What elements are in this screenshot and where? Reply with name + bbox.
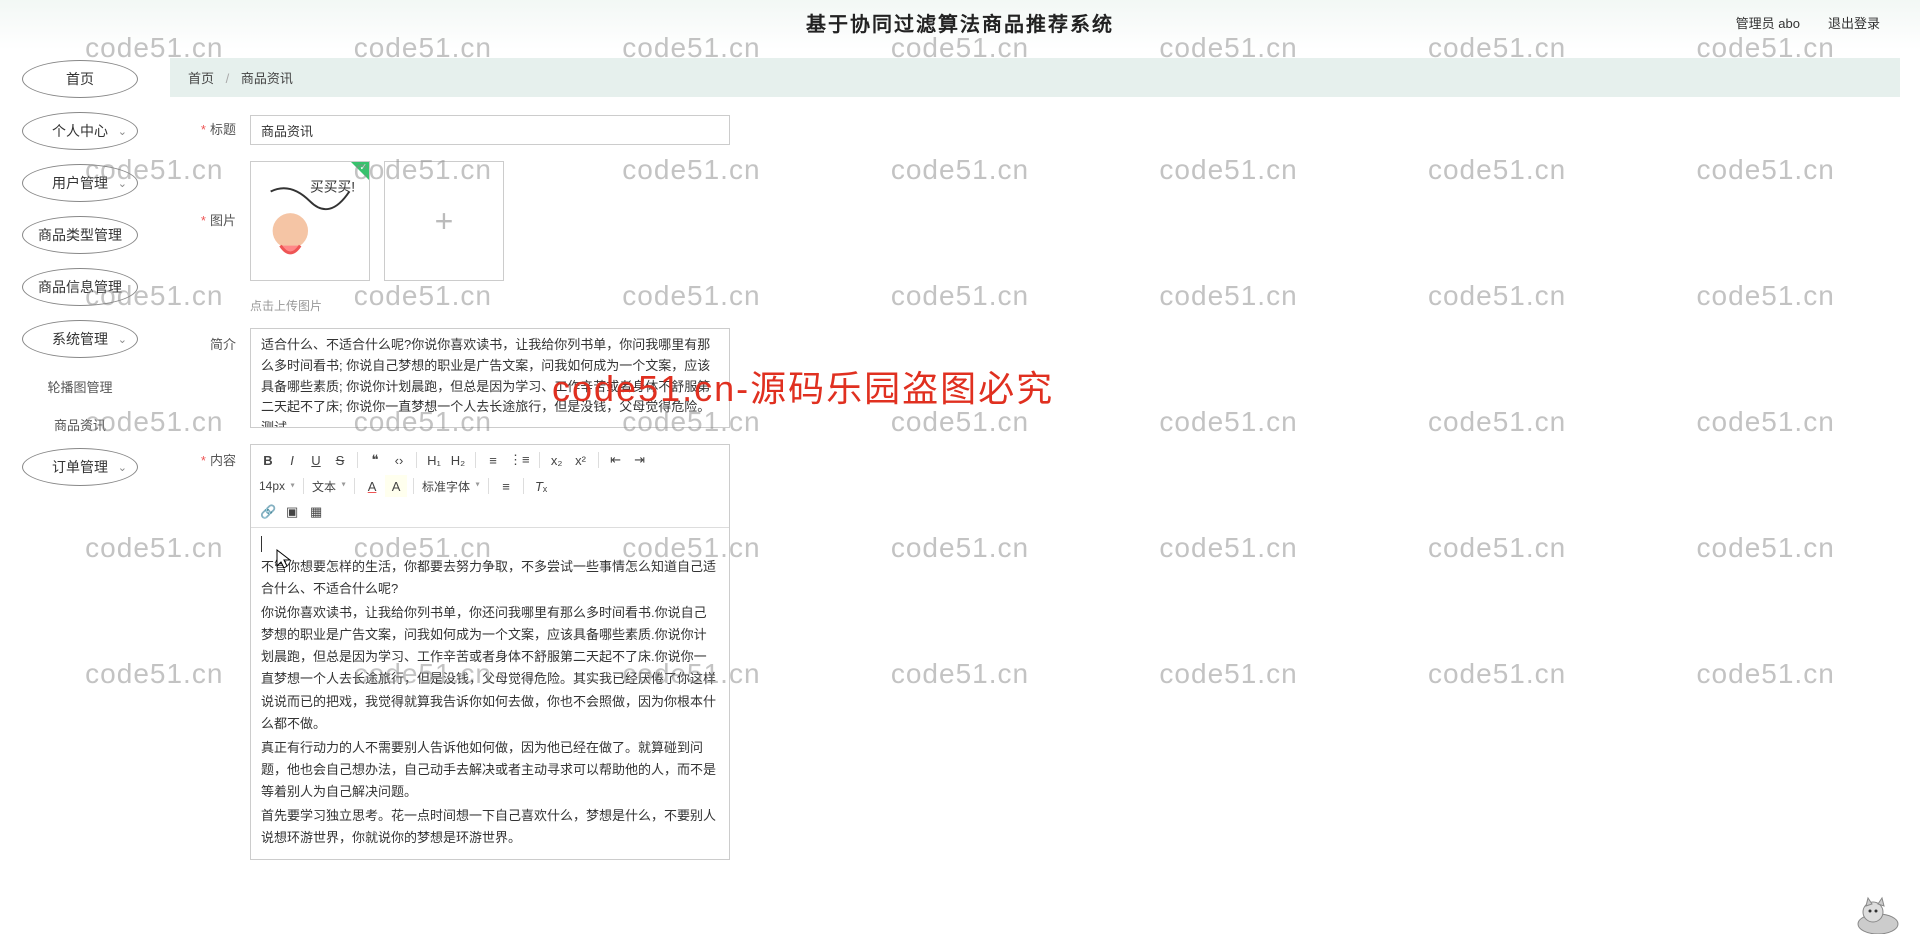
superscript-button[interactable]: x²	[570, 449, 592, 471]
chevron-down-icon: ⌄	[118, 125, 127, 138]
header-right: 管理员 abo 退出登录	[1736, 13, 1880, 32]
content-label: *内容	[170, 444, 250, 469]
sidebar-item-order-mgmt[interactable]: 订单管理⌄	[22, 448, 138, 486]
intro-textarea[interactable]: 适合什么、不适合什么呢?你说你喜欢读书，让我给你列书单，你问我哪里有那么多时间看…	[250, 328, 730, 428]
video-button[interactable]: ▦	[305, 501, 327, 523]
title-input[interactable]	[250, 115, 730, 145]
text-type-select[interactable]: 文本	[310, 478, 348, 495]
align-button[interactable]: ≡	[495, 475, 517, 497]
bg-color-button[interactable]: A	[385, 475, 407, 497]
sidebar-item-personal[interactable]: 个人中心⌄	[22, 112, 138, 150]
sidebar: 首页 个人中心⌄ 用户管理⌄ 商品类型管理 商品信息管理 系统管理⌄ 轮播图管理…	[0, 60, 160, 500]
h1-button[interactable]: H₁	[423, 449, 445, 471]
font-family-select[interactable]: 标准字体	[420, 478, 482, 495]
rich-editor: B I U S ❝ ‹› H₁ H₂ ≡ ⋮≡ x₂ x² ⇤ ⇥	[250, 444, 730, 860]
form-row-image: *图片 买买买! ✓ +	[170, 161, 1900, 281]
logout-button[interactable]: 退出登录	[1828, 13, 1880, 32]
sidebar-item-home[interactable]: 首页	[22, 60, 138, 98]
chevron-down-icon: ⌄	[118, 333, 127, 346]
app-title: 基于协同过滤算法商品推荐系统	[806, 8, 1114, 37]
chevron-down-icon: ⌄	[118, 461, 127, 474]
code-button[interactable]: ‹›	[388, 449, 410, 471]
svg-text:买买买!: 买买买!	[310, 180, 355, 195]
sidebar-item-category-mgmt[interactable]: 商品类型管理	[22, 216, 138, 254]
image-label: *图片	[170, 161, 250, 281]
sidebar-item-product-mgmt[interactable]: 商品信息管理	[22, 268, 138, 306]
chevron-down-icon: ⌄	[118, 177, 127, 190]
main-content: 首页 / 商品资讯 *标题 *图片 买买买! ✓ + 点击上传图片 简介 适合什…	[170, 58, 1900, 938]
outdent-button[interactable]: ⇥	[629, 449, 651, 471]
strike-button[interactable]: S	[329, 449, 351, 471]
upload-hint: 点击上传图片	[250, 297, 1900, 314]
indent-button[interactable]: ⇤	[605, 449, 627, 471]
bold-button[interactable]: B	[257, 449, 279, 471]
admin-label[interactable]: 管理员 abo	[1736, 13, 1800, 32]
text-cursor	[261, 536, 719, 552]
quote-button[interactable]: ❝	[364, 449, 386, 471]
breadcrumb-current: 商品资讯	[241, 71, 293, 86]
breadcrumb-home[interactable]: 首页	[188, 71, 214, 86]
form-row-intro: 简介 适合什么、不适合什么呢?你说你喜欢读书，让我给你列书单，你问我哪里有那么多…	[170, 328, 1900, 428]
form-row-title: *标题	[170, 115, 1900, 145]
cat-mascot-icon	[1848, 894, 1908, 934]
subscript-button[interactable]: x₂	[546, 449, 568, 471]
sidebar-item-system-mgmt[interactable]: 系统管理⌄	[22, 320, 138, 358]
add-image-button[interactable]: +	[384, 161, 504, 281]
font-size-select[interactable]: 14px	[257, 479, 297, 493]
header: 基于协同过滤算法商品推荐系统 管理员 abo 退出登录	[0, 0, 1920, 44]
h2-button[interactable]: H₂	[447, 449, 469, 471]
sidebar-item-user-mgmt[interactable]: 用户管理⌄	[22, 164, 138, 202]
sidebar-sub-product-news[interactable]: 商品资讯	[30, 410, 130, 438]
ul-button[interactable]: ⋮≡	[506, 449, 533, 471]
breadcrumb: 首页 / 商品资讯	[170, 58, 1900, 97]
form-row-content: *内容 B I U S ❝ ‹› H₁ H₂ ≡ ⋮≡ x₂ x² ⇤	[170, 444, 1900, 860]
image-upload-area: 买买买! ✓ +	[250, 161, 504, 281]
check-icon: ✓	[359, 162, 367, 173]
title-label: *标题	[170, 115, 250, 145]
italic-button[interactable]: I	[281, 449, 303, 471]
sidebar-sub-carousel[interactable]: 轮播图管理	[30, 372, 130, 400]
breadcrumb-separator: /	[226, 71, 230, 86]
image-icon-button[interactable]: ▣	[281, 501, 303, 523]
image-thumbnail[interactable]: 买买买! ✓	[250, 161, 370, 281]
clear-format-button[interactable]: Tₓ	[530, 475, 552, 497]
editor-toolbar: B I U S ❝ ‹› H₁ H₂ ≡ ⋮≡ x₂ x² ⇤ ⇥	[251, 445, 729, 528]
underline-button[interactable]: U	[305, 449, 327, 471]
intro-label: 简介	[170, 328, 250, 353]
ol-button[interactable]: ≡	[482, 449, 504, 471]
link-button[interactable]: 🔗	[257, 501, 279, 523]
text-color-button[interactable]: A	[361, 475, 383, 497]
editor-content-area[interactable]: 不管你想要怎样的生活，你都要去努力争取，不多尝试一些事情怎么知道自己适合什么、不…	[251, 528, 729, 859]
